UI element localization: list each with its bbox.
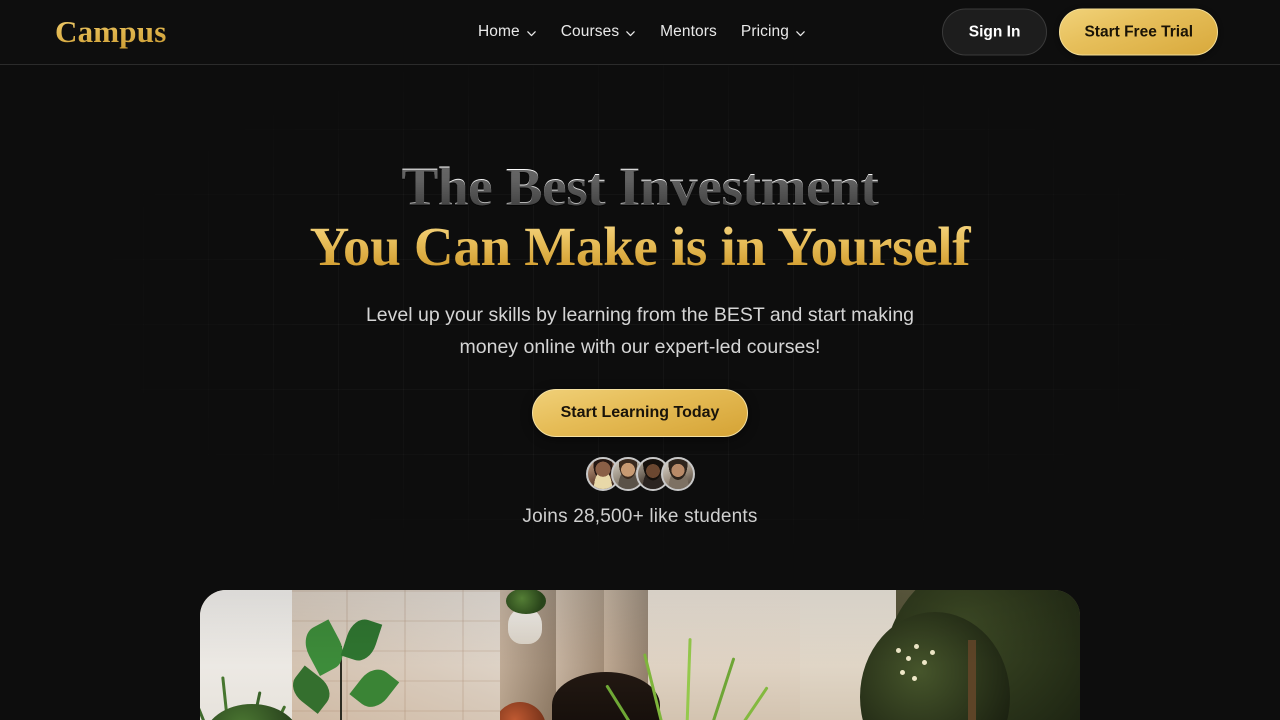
hero-image-pane-middle [500, 590, 800, 720]
hero-headline: The Best Investment You Can Make is in Y… [0, 157, 1280, 277]
student-avatar-group [0, 457, 1280, 491]
header-actions: Sign In Start Free Trial [941, 8, 1218, 56]
wall [648, 590, 800, 720]
start-free-trial-button[interactable]: Start Free Trial [1059, 8, 1218, 56]
headline-line-1: The Best Investment [0, 157, 1280, 217]
blossom [906, 656, 911, 661]
window-wall [200, 590, 292, 720]
blossom [900, 670, 905, 675]
landing-page: Campus Home Courses Mentors Pricing Sign… [0, 0, 1280, 720]
blossom [912, 676, 917, 681]
headline-line-2: You Can Make is in Yourself [0, 217, 1280, 277]
site-header: Campus Home Courses Mentors Pricing Sign… [0, 0, 1280, 65]
start-learning-today-button[interactable]: Start Learning Today [531, 389, 749, 437]
hero-section: The Best Investment You Can Make is in Y… [0, 65, 1280, 528]
social-proof-text: Joins 28,500+ like students [522, 506, 758, 527]
nav-item-courses[interactable]: Courses [561, 23, 636, 41]
tree-trunk [968, 640, 976, 720]
avatar [660, 457, 695, 491]
nav-item-label: Home [478, 23, 520, 40]
sign-in-button[interactable]: Sign In [941, 8, 1048, 56]
blossom [914, 644, 919, 649]
nav-item-mentors[interactable]: Mentors [660, 23, 717, 41]
blossom [896, 648, 901, 653]
chevron-down-icon [795, 28, 806, 39]
hero-image-pane-right [800, 590, 1080, 720]
nav-item-label: Courses [560, 23, 620, 40]
subtitle-line-1: Level up your skills by learning from th… [365, 304, 915, 326]
chevron-down-icon [526, 28, 537, 39]
nav-item-label: Pricing [740, 23, 789, 40]
hero-subtitle: Level up your skills by learning from th… [0, 299, 1280, 363]
hero-image-pane-left [200, 590, 500, 720]
chevron-down-icon [625, 28, 636, 39]
hero-image [200, 590, 1080, 720]
main-navigation: Home Courses Mentors Pricing [478, 23, 806, 41]
blossom [922, 660, 927, 665]
blossom [930, 650, 935, 655]
hero-cta-wrapper: Start Learning Today [0, 389, 1280, 437]
nav-item-home[interactable]: Home [478, 23, 537, 41]
subtitle-line-2: money online with our expert-led courses… [459, 336, 821, 358]
nav-item-label: Mentors [660, 23, 717, 40]
nav-item-pricing[interactable]: Pricing [741, 23, 806, 41]
brand-logo[interactable]: Campus [55, 14, 166, 50]
